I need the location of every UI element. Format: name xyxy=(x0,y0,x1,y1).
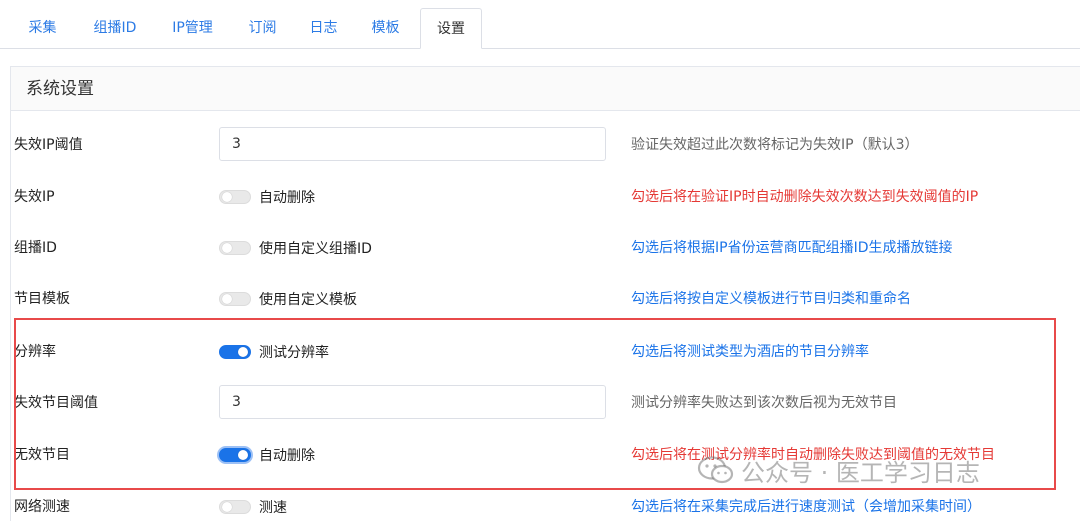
tab-settings[interactable]: 设置 xyxy=(420,8,482,49)
row-label: 失效节目阈值 xyxy=(14,395,98,411)
toggle-knob xyxy=(222,294,232,304)
row-invalid-ip: 失效IP 自动删除 勾选后将在验证IP时自动删除失效次数达到失效阈值的IP xyxy=(0,177,1070,217)
tab-ip-management[interactable]: IP管理 xyxy=(160,8,225,48)
speed-test-toggle[interactable]: 测速 xyxy=(219,487,287,521)
row-description: 勾选后将在验证IP时自动删除失效次数达到失效阈值的IP xyxy=(631,189,979,205)
toggle-label: 自动删除 xyxy=(259,190,315,206)
invalid-program-threshold-input[interactable] xyxy=(219,385,606,419)
row-resolution: 分辨率 测试分辨率 勾选后将测试类型为酒店的节目分辨率 xyxy=(0,332,1070,372)
row-label: 失效IP xyxy=(14,189,55,205)
row-multicast-id: 组播ID 使用自定义组播ID 勾选后将根据IP省份运营商匹配组播ID生成播放链接 xyxy=(0,228,1070,268)
toggle-switch[interactable] xyxy=(219,448,251,462)
tab-subscribe[interactable]: 订阅 xyxy=(235,8,290,48)
toggle-knob xyxy=(238,347,248,357)
tab-collect[interactable]: 采集 xyxy=(15,8,70,48)
row-label: 组播ID xyxy=(14,240,57,256)
row-program-template: 节目模板 使用自定义模板 勾选后将按自定义模板进行节目归类和重命名 xyxy=(0,279,1070,319)
toggle-knob xyxy=(238,450,248,460)
toggle-switch[interactable] xyxy=(219,241,251,255)
row-network-speed-test: 网络测速 测速 勾选后将在采集完成后进行速度测试（会增加采集时间） xyxy=(0,487,1070,521)
row-invalid-program-threshold: 失效节目阈值 测试分辨率失败达到该次数后视为无效节目 xyxy=(0,383,1070,423)
row-label: 节目模板 xyxy=(14,291,70,307)
row-label: 网络测速 xyxy=(14,499,70,515)
test-resolution-toggle[interactable]: 测试分辨率 xyxy=(219,332,329,372)
custom-multicast-id-toggle[interactable]: 使用自定义组播ID xyxy=(219,228,372,268)
toggle-knob xyxy=(222,502,232,512)
row-description: 勾选后将在采集完成后进行速度测试（会增加采集时间） xyxy=(631,499,981,515)
tab-bar: 采集 组播ID IP管理 订阅 日志 模板 设置 xyxy=(0,0,1080,49)
toggle-label: 测速 xyxy=(259,500,287,516)
toggle-label: 使用自定义组播ID xyxy=(259,241,372,257)
toggle-switch[interactable] xyxy=(219,292,251,306)
row-description: 勾选后将按自定义模板进行节目归类和重命名 xyxy=(631,291,911,307)
row-description: 勾选后将测试类型为酒店的节目分辨率 xyxy=(631,344,869,360)
invalid-ip-auto-delete-toggle[interactable]: 自动删除 xyxy=(219,177,315,217)
invalid-ip-threshold-input[interactable] xyxy=(219,127,606,161)
row-label: 失效IP阈值 xyxy=(14,137,83,153)
toggle-switch[interactable] xyxy=(219,190,251,204)
row-invalid-ip-threshold: 失效IP阈值 验证失效超过此次数将标记为失效IP（默认3） xyxy=(0,125,1070,165)
toggle-switch[interactable] xyxy=(219,345,251,359)
toggle-label: 自动删除 xyxy=(259,448,315,464)
row-invalid-program: 无效节目 自动删除 勾选后将在测试分辨率时自动删除失败达到阈值的无效节目 xyxy=(0,435,1070,475)
panel-title: 系统设置 xyxy=(11,67,1080,111)
invalid-program-auto-delete-toggle[interactable]: 自动删除 xyxy=(219,435,315,475)
settings-app: 采集 组播ID IP管理 订阅 日志 模板 设置 系统设置 失效IP阈值 验证失… xyxy=(0,0,1080,521)
toggle-knob xyxy=(222,192,232,202)
toggle-switch[interactable] xyxy=(219,500,251,514)
row-label: 分辨率 xyxy=(14,344,56,360)
tab-logs[interactable]: 日志 xyxy=(296,8,351,48)
toggle-label: 测试分辨率 xyxy=(259,345,329,361)
row-description: 测试分辨率失败达到该次数后视为无效节目 xyxy=(631,395,897,411)
tab-template[interactable]: 模板 xyxy=(358,8,413,48)
row-description: 勾选后将根据IP省份运营商匹配组播ID生成播放链接 xyxy=(631,240,953,256)
row-description: 验证失效超过此次数将标记为失效IP（默认3） xyxy=(631,137,919,153)
custom-template-toggle[interactable]: 使用自定义模板 xyxy=(219,279,357,319)
toggle-knob xyxy=(222,243,232,253)
row-description: 勾选后将在测试分辨率时自动删除失败达到阈值的无效节目 xyxy=(631,447,995,463)
toggle-label: 使用自定义模板 xyxy=(259,292,357,308)
row-label: 无效节目 xyxy=(14,447,70,463)
tab-multicast-id[interactable]: 组播ID xyxy=(80,8,150,48)
